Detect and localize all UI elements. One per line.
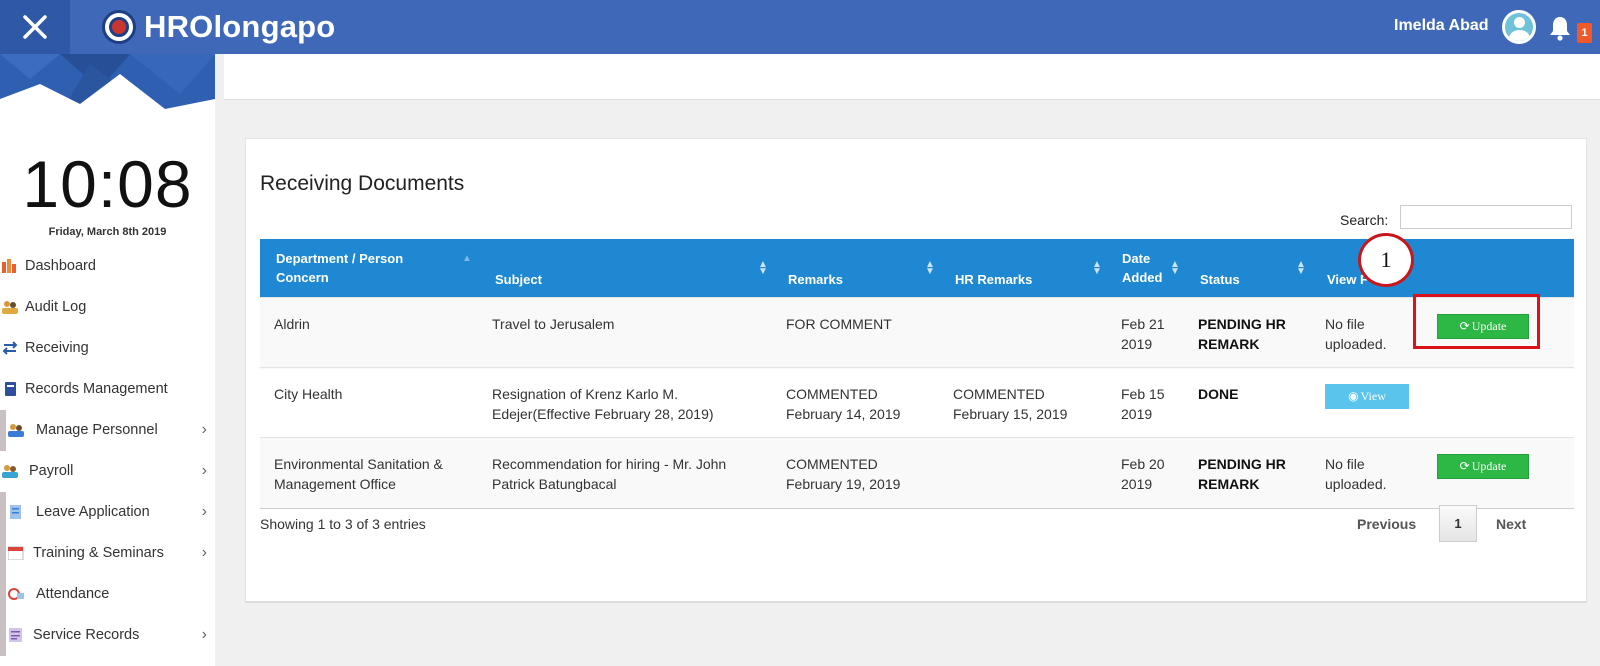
table-row: Aldrin Travel to Jerusalem FOR COMMENT F… bbox=[260, 297, 1574, 369]
audit-log-icon bbox=[2, 301, 18, 314]
sidebar-nav: Dashboard Audit Log Receiving Records Ma… bbox=[0, 246, 215, 656]
dashboard-icon bbox=[2, 259, 16, 273]
close-menu-button[interactable] bbox=[0, 0, 70, 54]
sidebar-item-manage-personnel[interactable]: Manage Personnel › bbox=[0, 410, 215, 451]
chevron-right-icon: › bbox=[201, 462, 207, 479]
sidebar-item-label: Leave Application bbox=[36, 504, 150, 520]
sidebar-item-label: Attendance bbox=[36, 586, 110, 602]
notification-badge: 1 bbox=[1577, 23, 1592, 43]
avatar[interactable] bbox=[1502, 10, 1536, 44]
records-icon bbox=[5, 382, 16, 396]
clock: 10:08 bbox=[22, 147, 193, 221]
chevron-right-icon: › bbox=[201, 544, 207, 561]
payroll-icon bbox=[2, 465, 18, 478]
cell-status: DONE bbox=[1198, 386, 1239, 402]
column-header-status[interactable]: Status ▲ ▼ bbox=[1200, 239, 1310, 297]
sidebar-item-receiving[interactable]: Receiving bbox=[0, 328, 215, 369]
chevron-right-icon: › bbox=[201, 626, 207, 643]
eye-icon: ◉ bbox=[1348, 389, 1359, 403]
sidebar-item-attendance[interactable]: Attendance bbox=[0, 574, 215, 615]
personnel-icon bbox=[8, 424, 24, 437]
refresh-icon: ⟳ bbox=[1459, 459, 1470, 473]
cell-hr-remarks: COMMENTED February 15, 2019 bbox=[953, 386, 1068, 422]
table-row: City Health Resignation of Krenz Karlo M… bbox=[260, 367, 1574, 439]
cell-status: PENDING HR REMARK bbox=[1198, 456, 1286, 492]
calendar-icon bbox=[8, 546, 24, 560]
content-header bbox=[224, 54, 1600, 100]
sort-asc-icon: ▲ bbox=[462, 253, 472, 264]
service-records-icon bbox=[9, 628, 22, 642]
column-header-subject[interactable]: Subject ▲ ▼ bbox=[495, 239, 775, 297]
update-button[interactable]: ⟳ Update bbox=[1437, 454, 1529, 479]
receiving-documents-panel: Receiving Documents Search: Department /… bbox=[245, 138, 1587, 603]
sidebar-item-payroll[interactable]: Payroll › bbox=[0, 451, 215, 492]
sort-icon: ▲ ▼ bbox=[925, 259, 935, 277]
cell-date-added: Feb 15 2019 bbox=[1121, 386, 1165, 422]
page-title: Receiving Documents bbox=[260, 172, 465, 195]
leave-icon bbox=[10, 505, 21, 519]
cell-subject: Resignation of Krenz Karlo M. Edejer(Eff… bbox=[492, 386, 714, 422]
column-header-department[interactable]: Department / Person Concern ▲ bbox=[276, 239, 476, 297]
cell-view-file: No file uploaded. bbox=[1325, 456, 1387, 492]
cell-department: Environmental Sanitation & Management Of… bbox=[274, 456, 443, 492]
column-header-date-added[interactable]: Date Added ▲ ▼ bbox=[1122, 239, 1182, 297]
cell-view-file: No file uploaded. bbox=[1325, 316, 1387, 352]
clock-date: Friday, March 8th 2019 bbox=[48, 226, 167, 238]
sort-icon: ▲ ▼ bbox=[1170, 259, 1180, 277]
sidebar-item-label: Audit Log bbox=[25, 299, 87, 315]
cell-department: Aldrin bbox=[274, 316, 310, 332]
sidebar-item-training-seminars[interactable]: Training & Seminars › bbox=[0, 533, 215, 574]
step-callout: 1 bbox=[1358, 233, 1414, 287]
sort-icon: ▲ ▼ bbox=[758, 259, 768, 277]
brand-name: HROlongapo bbox=[144, 9, 336, 44]
column-header-remarks[interactable]: Remarks ▲ ▼ bbox=[788, 239, 938, 297]
sidebar: 10:08 Friday, March 8th 2019 Dashboard A… bbox=[0, 54, 215, 666]
sidebar-item-label: Training & Seminars bbox=[33, 545, 164, 561]
sidebar-item-label: Service Records bbox=[33, 627, 140, 643]
sidebar-item-label: Manage Personnel bbox=[36, 422, 158, 438]
attendance-icon bbox=[8, 588, 24, 600]
cell-department: City Health bbox=[274, 386, 343, 402]
city-seal-logo bbox=[102, 10, 136, 44]
sidebar-item-service-records[interactable]: Service Records › bbox=[0, 615, 215, 656]
column-header-hr-remarks[interactable]: HR Remarks ▲ ▼ bbox=[955, 239, 1105, 297]
sort-icon: ▲ ▼ bbox=[1092, 259, 1102, 277]
sidebar-banner bbox=[0, 54, 215, 126]
cell-remarks: FOR COMMENT bbox=[786, 316, 892, 332]
sort-icon: ▲ ▼ bbox=[1296, 259, 1306, 277]
previous-page-button[interactable]: Previous bbox=[1357, 516, 1416, 532]
receiving-icon bbox=[2, 341, 18, 355]
sidebar-item-leave-application[interactable]: Leave Application › bbox=[0, 492, 215, 533]
cell-date-added: Feb 20 2019 bbox=[1121, 456, 1165, 492]
cell-remarks: COMMENTED February 19, 2019 bbox=[786, 456, 901, 492]
cell-subject: Recommendation for hiring - Mr. John Pat… bbox=[492, 456, 727, 492]
search-label: Search: bbox=[1340, 212, 1389, 228]
sidebar-item-records-management[interactable]: Records Management bbox=[0, 369, 215, 410]
sidebar-item-label: Records Management bbox=[25, 381, 168, 397]
table-row: Environmental Sanitation & Management Of… bbox=[260, 437, 1574, 509]
sidebar-item-label: Dashboard bbox=[25, 258, 96, 274]
table-info: Showing 1 to 3 of 3 entries bbox=[260, 516, 426, 532]
sidebar-item-audit-log[interactable]: Audit Log bbox=[0, 287, 215, 328]
close-icon bbox=[23, 15, 47, 39]
cell-subject: Travel to Jerusalem bbox=[492, 316, 615, 332]
bell-icon[interactable] bbox=[1548, 15, 1572, 41]
chevron-right-icon: › bbox=[201, 503, 207, 520]
highlight-box bbox=[1413, 294, 1540, 349]
page-1-button[interactable]: 1 bbox=[1439, 505, 1477, 542]
view-button[interactable]: ◉ View bbox=[1325, 384, 1409, 409]
sidebar-item-label: Payroll bbox=[29, 463, 74, 479]
next-page-button[interactable]: Next bbox=[1496, 516, 1526, 532]
chevron-right-icon: › bbox=[201, 421, 207, 438]
cell-date-added: Feb 21 2019 bbox=[1121, 316, 1165, 352]
sidebar-item-label: Receiving bbox=[25, 340, 89, 356]
user-name[interactable]: Imelda Abad bbox=[1394, 17, 1489, 35]
brand[interactable]: HROlongapo bbox=[102, 9, 335, 45]
top-bar: HROlongapo Imelda Abad 1 bbox=[0, 0, 1600, 54]
cell-status: PENDING HR REMARK bbox=[1198, 316, 1286, 352]
sidebar-item-dashboard[interactable]: Dashboard bbox=[0, 246, 215, 287]
search-input[interactable] bbox=[1400, 205, 1572, 229]
cell-remarks: COMMENTED February 14, 2019 bbox=[786, 386, 901, 422]
